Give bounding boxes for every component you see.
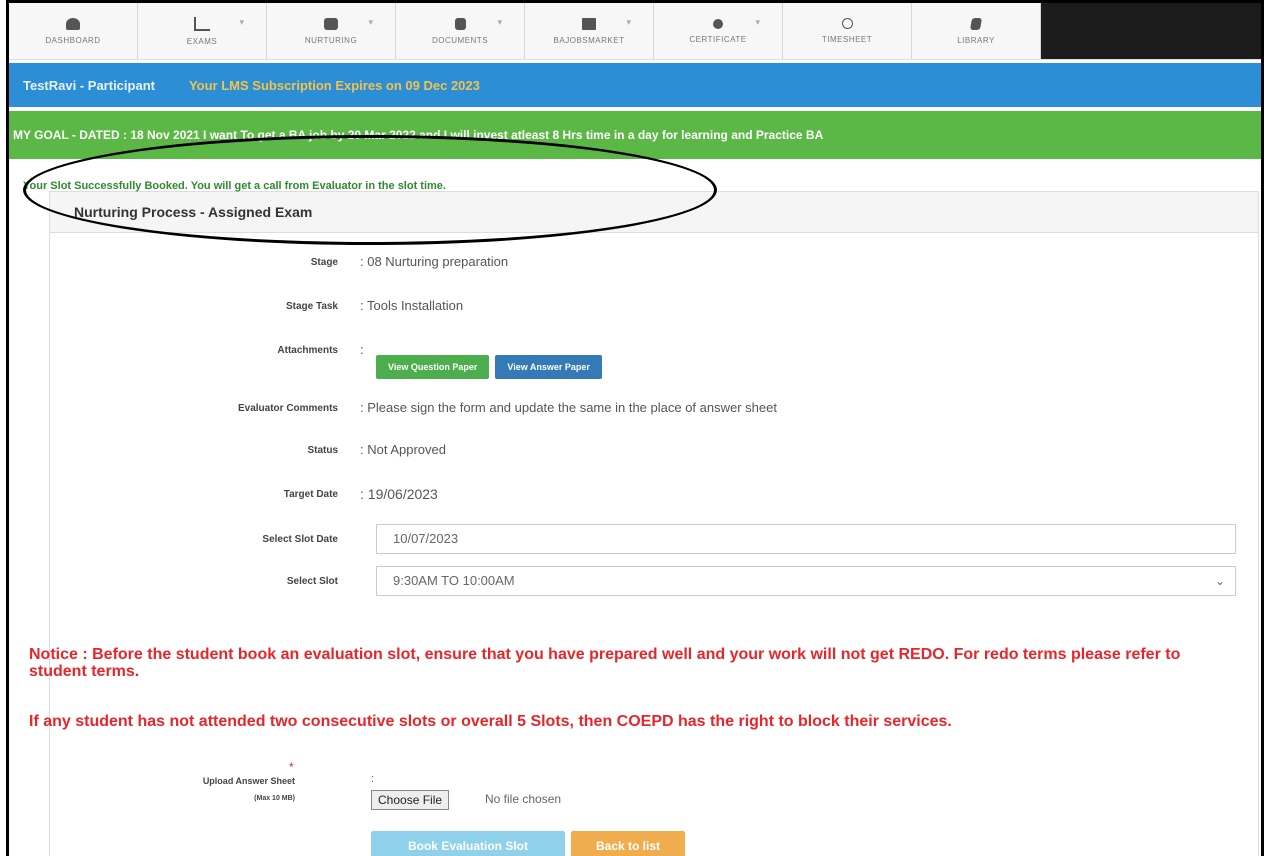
- nav-label: DASHBOARD: [45, 35, 101, 45]
- slot-label: Select Slot: [286, 576, 338, 587]
- status-label: Status: [307, 445, 338, 456]
- top-navigation: DASHBOARD EXAMS ▾ NURTURING ▾ DOCUMENTS …: [9, 3, 1261, 60]
- slot-select-value: 9:30AM TO 10:00AM: [393, 573, 515, 588]
- nav-certificate[interactable]: CERTIFICATE ▾: [654, 3, 783, 59]
- goal-banner: MY GOAL - DATED : 18 Nov 2021 I want To …: [9, 111, 1261, 159]
- book-evaluation-slot-button[interactable]: Book Evaluation Slot: [371, 831, 565, 856]
- nav-label: TIMESHEET: [821, 35, 873, 44]
- dashboard-icon: [66, 17, 80, 30]
- assigned-exam-panel: Nurturing Process - Assigned Exam Stage …: [49, 191, 1259, 856]
- notice-redo: Notice : Before the student book an eval…: [29, 646, 1181, 680]
- chevron-down-icon: ▾: [497, 17, 502, 27]
- stage-task-label: Stage Task: [285, 301, 338, 312]
- goal-text: MY GOAL - DATED : 18 Nov 2021 I want To …: [13, 128, 824, 142]
- nav-label: EXAMS: [186, 36, 218, 46]
- stage-value: : 08 Nurturing preparation: [360, 254, 509, 269]
- notice-block: If any student has not attended two cons…: [29, 713, 952, 730]
- back-to-list-button[interactable]: Back to list: [571, 831, 685, 856]
- clock-icon: [841, 18, 853, 29]
- no-file-chosen: No file chosen: [485, 792, 562, 806]
- subscription-expiry: Your LMS Subscription Expires on 09 Dec …: [188, 77, 480, 93]
- nav-filler: [1041, 3, 1261, 59]
- panel-heading: Nurturing Process - Assigned Exam: [50, 192, 1258, 233]
- slot-select[interactable]: 9:30AM TO 10:00AM ⌄: [376, 566, 1236, 596]
- chevron-down-icon: ▾: [626, 17, 631, 27]
- status-value: : Not Approved: [360, 442, 446, 457]
- panel-title: Nurturing Process - Assigned Exam: [74, 204, 313, 220]
- nav-label: DOCUMENTS: [431, 35, 489, 45]
- upload-label: Upload Answer Sheet: [202, 776, 295, 786]
- slot-date-input[interactable]: 10/07/2023: [376, 524, 1236, 554]
- stage-label: Stage: [310, 257, 338, 268]
- upload-colon: :: [371, 773, 375, 785]
- nav-timesheet[interactable]: TIMESHEET: [783, 3, 912, 59]
- participant-name: TestRavi - Participant: [23, 77, 155, 93]
- nav-library[interactable]: LIBRARY: [912, 3, 1041, 59]
- stage-task-value: : Tools Installation: [360, 298, 464, 313]
- target-date-value: : 19/06/2023: [360, 486, 438, 502]
- view-question-paper-button[interactable]: View Question Paper: [376, 355, 490, 379]
- participant-bar: TestRavi - Participant Your LMS Subscrip…: [9, 63, 1261, 107]
- certificate-icon: [713, 18, 723, 29]
- choose-file-button[interactable]: Choose File: [371, 790, 450, 810]
- chevron-down-icon: ▾: [368, 17, 373, 27]
- attachments-colon: :: [360, 342, 364, 357]
- target-date-label: Target Date: [283, 489, 338, 500]
- nav-dashboard[interactable]: DASHBOARD: [9, 3, 138, 59]
- nav-label: NURTURING: [304, 35, 358, 45]
- success-message: Your Slot Successfully Booked. You will …: [23, 180, 446, 192]
- document-icon: [454, 17, 466, 30]
- users-icon: [324, 17, 338, 30]
- chevron-down-icon: ▾: [239, 17, 244, 27]
- nav-label: LIBRARY: [957, 35, 995, 45]
- nav-label: BAJOBSMARKET: [553, 35, 625, 45]
- evaluator-comments-value: : Please sign the form and update the sa…: [360, 400, 777, 415]
- upload-max-size: (Max 10 MB): [254, 795, 295, 802]
- browser-frame: DASHBOARD EXAMS ▾ NURTURING ▾ DOCUMENTS …: [6, 0, 1264, 856]
- required-marker: *: [289, 760, 294, 774]
- attachments-value: : View Question Paper View Answer Paper: [360, 342, 608, 379]
- view-answer-paper-button[interactable]: View Answer Paper: [495, 355, 602, 379]
- slot-date-label: Select Slot Date: [262, 534, 338, 545]
- bar-chart-icon: [194, 16, 210, 31]
- book-icon: [969, 17, 983, 30]
- nav-exams[interactable]: EXAMS ▾: [138, 3, 267, 59]
- nav-nurturing[interactable]: NURTURING ▾: [267, 3, 396, 59]
- evaluator-comments-label: Evaluator Comments: [237, 403, 338, 414]
- nav-label: CERTIFICATE: [689, 34, 747, 44]
- list-icon: [582, 17, 596, 30]
- chevron-down-icon: ⌄: [1214, 574, 1225, 588]
- attachments-label: Attachments: [277, 345, 338, 356]
- chevron-down-icon: ▾: [755, 17, 760, 27]
- nav-documents[interactable]: DOCUMENTS ▾: [396, 3, 525, 59]
- nav-bajobsmarket[interactable]: BAJOBSMARKET ▾: [525, 3, 654, 59]
